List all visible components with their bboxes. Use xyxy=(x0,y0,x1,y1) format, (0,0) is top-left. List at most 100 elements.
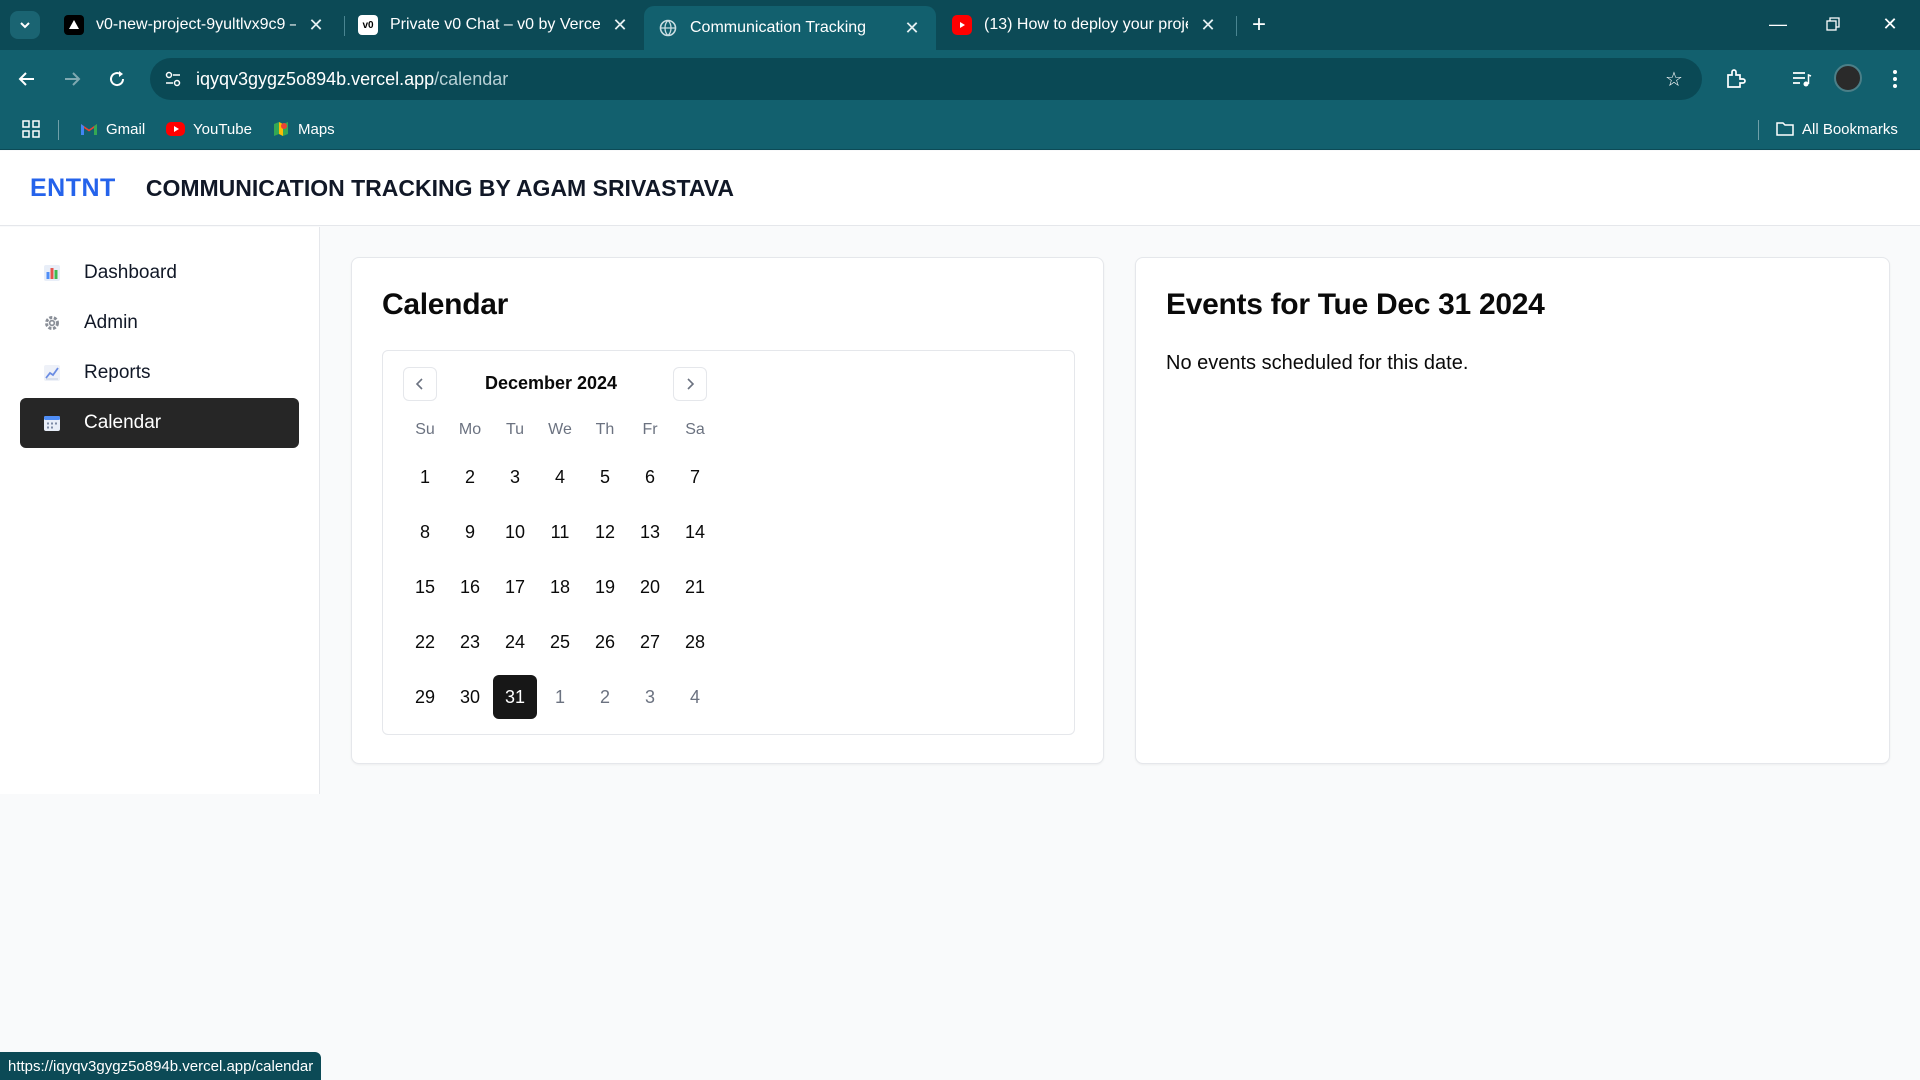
browser-tab[interactable]: v0-new-project-9yultlvx9c9 – D ✕ xyxy=(50,6,340,44)
calendar-day[interactable]: 24 xyxy=(493,620,537,664)
reload-button[interactable] xyxy=(100,62,134,96)
calendar-day[interactable]: 22 xyxy=(403,620,447,664)
back-button[interactable] xyxy=(10,62,44,96)
folder-icon xyxy=(1776,120,1794,138)
tab-title: (13) How to deploy your projec xyxy=(984,16,1188,33)
calendar-day[interactable]: 3 xyxy=(493,455,537,499)
calendar-day[interactable]: 26 xyxy=(583,620,627,664)
calendar-day[interactable]: 4 xyxy=(673,675,717,719)
calendar-day[interactable]: 5 xyxy=(583,455,627,499)
bookmarks-bar: Gmail YouTube Maps All Bookmarks xyxy=(0,108,1920,150)
close-icon[interactable]: ✕ xyxy=(1198,15,1218,36)
browser-toolbar: iqyqv3gygz5o894b.vercel.app/calendar ☆ xyxy=(0,50,1920,108)
calendar-day[interactable]: 2 xyxy=(448,455,492,499)
calendar-day[interactable]: 4 xyxy=(538,455,582,499)
close-icon: ✕ xyxy=(1882,13,1898,34)
site-info-icon[interactable] xyxy=(156,62,190,96)
restore-icon xyxy=(1826,17,1840,31)
calendar-day[interactable]: 3 xyxy=(628,675,672,719)
gmail-icon xyxy=(80,120,98,138)
calendar-day[interactable]: 10 xyxy=(493,510,537,554)
all-bookmarks-button[interactable]: All Bookmarks xyxy=(1776,118,1898,140)
calendar-day-selected[interactable]: 31 xyxy=(493,675,537,719)
extensions-icon[interactable] xyxy=(1718,62,1752,96)
weekday-label: Fr xyxy=(642,421,658,438)
sidebar-item-dashboard[interactable]: Dashboard xyxy=(20,248,299,298)
browser-tab[interactable]: v0 Private v0 Chat – v0 by Vercel ✕ xyxy=(344,6,644,44)
calendar-day[interactable]: 7 xyxy=(673,455,717,499)
calendar-day[interactable]: 1 xyxy=(403,455,447,499)
sidebar-item-calendar[interactable]: Calendar xyxy=(20,398,299,448)
calendar-day[interactable]: 21 xyxy=(673,565,717,609)
calendar-day[interactable]: 28 xyxy=(673,620,717,664)
minimize-button[interactable]: — xyxy=(1758,8,1798,40)
calendar-day[interactable]: 2 xyxy=(583,675,627,719)
previous-month-button[interactable] xyxy=(403,367,437,401)
calendar-day[interactable]: 15 xyxy=(403,565,447,609)
calendar-day[interactable]: 12 xyxy=(583,510,627,554)
calendar-day[interactable]: 16 xyxy=(448,565,492,609)
calendar-day[interactable]: 14 xyxy=(673,510,717,554)
calendar-day[interactable]: 25 xyxy=(538,620,582,664)
url-host: iqyqv3gygz5o894b.vercel.app xyxy=(196,68,435,89)
browser-tab[interactable]: (13) How to deploy your projec ✕ xyxy=(938,6,1232,44)
restore-button[interactable] xyxy=(1813,8,1853,40)
apps-button[interactable] xyxy=(22,118,40,140)
more-menu-icon[interactable] xyxy=(1878,62,1912,96)
month-label: December 2024 xyxy=(484,373,618,393)
next-month-button[interactable] xyxy=(673,367,707,401)
calendar-day[interactable]: 13 xyxy=(628,510,672,554)
calendar-day[interactable]: 19 xyxy=(583,565,627,609)
url-text: iqyqv3gygz5o894b.vercel.app/calendar xyxy=(196,69,508,90)
bookmarks-divider xyxy=(58,120,59,140)
new-tab-button[interactable]: + xyxy=(1244,10,1274,40)
forward-button[interactable] xyxy=(55,62,89,96)
calendar-day[interactable]: 29 xyxy=(403,675,447,719)
media-controls-icon[interactable] xyxy=(1784,62,1818,96)
tab-divider xyxy=(1236,16,1237,36)
minimize-icon: — xyxy=(1769,13,1787,34)
browser-tab-active[interactable]: Communication Tracking ✕ xyxy=(644,6,936,50)
bookmark-maps[interactable]: Maps xyxy=(272,118,335,140)
bookmark-star-icon[interactable]: ☆ xyxy=(1660,65,1688,93)
sidebar-item-admin[interactable]: Admin xyxy=(20,298,299,348)
all-bookmarks-label: All Bookmarks xyxy=(1802,120,1898,138)
calendar-day[interactable]: 30 xyxy=(448,675,492,719)
bookmark-label: Gmail xyxy=(106,120,146,138)
tab-search-button[interactable] xyxy=(10,11,40,39)
calendar-day[interactable]: 8 xyxy=(403,510,447,554)
tab-title: v0-new-project-9yultlvx9c9 – D xyxy=(96,16,296,33)
tab-title: Private v0 Chat – v0 by Vercel xyxy=(390,16,600,33)
address-bar[interactable]: iqyqv3gygz5o894b.vercel.app/calendar ☆ xyxy=(150,58,1702,100)
sidebar-item-reports[interactable]: Reports xyxy=(20,348,299,398)
close-icon[interactable]: ✕ xyxy=(610,15,630,36)
calendar-day[interactable]: 20 xyxy=(628,565,672,609)
weekday-label: Su xyxy=(415,421,435,438)
calendar-day[interactable]: 27 xyxy=(628,620,672,664)
bookmark-gmail[interactable]: Gmail xyxy=(80,118,145,140)
calendar-day[interactable]: 6 xyxy=(628,455,672,499)
chevron-right-icon xyxy=(687,378,695,390)
close-icon[interactable]: ✕ xyxy=(306,15,326,36)
youtube-icon xyxy=(166,122,185,136)
calendar-day[interactable]: 1 xyxy=(538,675,582,719)
browser-tab-bar: v0-new-project-9yultlvx9c9 – D ✕ v0 Priv… xyxy=(0,0,1920,50)
calendar-day[interactable]: 23 xyxy=(448,620,492,664)
weekday-label: Sa xyxy=(685,421,705,438)
calendar-day[interactable]: 11 xyxy=(538,510,582,554)
sidebar-item-label: Admin xyxy=(84,312,138,333)
close-window-button[interactable]: ✕ xyxy=(1870,8,1910,40)
calendar-day[interactable]: 17 xyxy=(493,565,537,609)
calendar-day[interactable]: 18 xyxy=(538,565,582,609)
page: ENTNT COMMUNICATION TRACKING BY AGAM SRI… xyxy=(0,151,1920,1080)
calendar-day[interactable]: 9 xyxy=(448,510,492,554)
gear-icon xyxy=(42,313,62,333)
profile-avatar[interactable] xyxy=(1834,64,1862,92)
brand-logo[interactable]: ENTNT xyxy=(30,174,116,203)
weekday-label: Th xyxy=(595,421,615,438)
bookmark-youtube[interactable]: YouTube xyxy=(166,118,252,140)
close-icon[interactable]: ✕ xyxy=(902,18,922,39)
arrow-right-icon xyxy=(65,72,81,86)
weekday-label: Tu xyxy=(505,421,525,438)
app-header: ENTNT COMMUNICATION TRACKING BY AGAM SRI… xyxy=(0,151,1920,226)
